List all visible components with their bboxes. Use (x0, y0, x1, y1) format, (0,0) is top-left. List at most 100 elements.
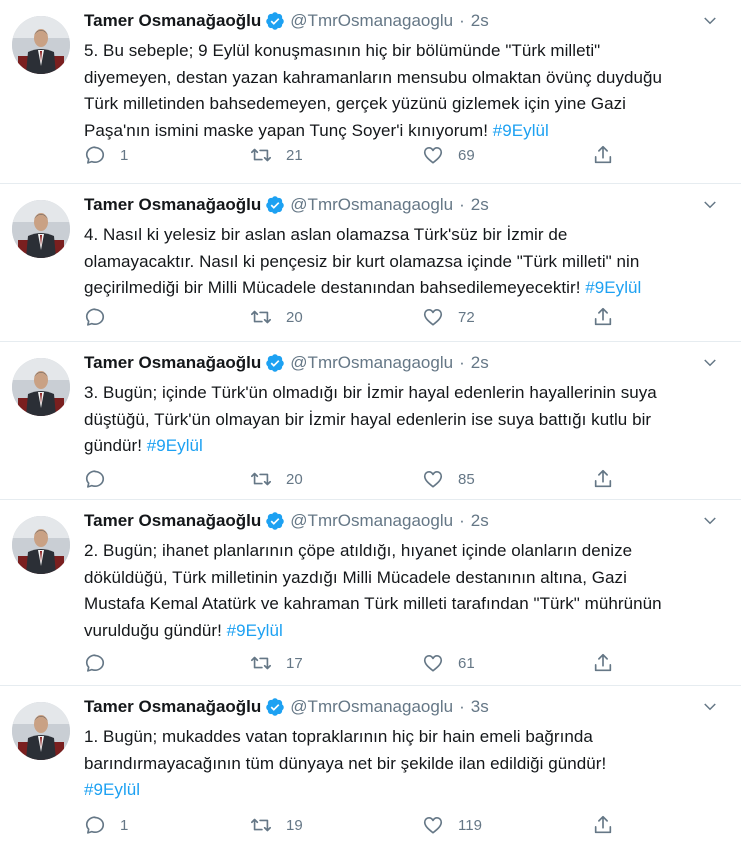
reply-count: 1 (120, 146, 129, 164)
retweet-icon (251, 472, 271, 486)
tweet-text: 2. Bugün; ihanet planlarının çöpe atıldı… (84, 538, 723, 644)
tweet[interactable]: Tamer Osmanağaoğlu @TmrOsmanagaoglu · 3s… (0, 686, 741, 845)
verified-badge-icon (265, 511, 285, 531)
tweet-actions: 1 19 119 (84, 813, 644, 837)
tweet-actions: 1 21 69 (84, 143, 644, 167)
retweet-icon (251, 818, 271, 832)
tweet[interactable]: Tamer Osmanağaoğlu @TmrOsmanagaoglu · 2s… (0, 342, 741, 500)
tweet-text-line: geçirilmediği bir Milli Mücadele destanı… (84, 278, 586, 297)
like-count: 72 (458, 308, 475, 326)
author-name[interactable]: Tamer Osmanağaoğlu (84, 511, 261, 531)
like-button[interactable]: 69 (422, 143, 475, 167)
share-button[interactable] (592, 651, 614, 675)
tweet-text-line: 5. Bu sebeple; 9 Eylül konuşmasının hiç … (84, 41, 601, 60)
tweet-timestamp[interactable]: 2s (471, 11, 489, 31)
author-handle[interactable]: @TmrOsmanagaoglu (290, 195, 453, 215)
reply-count: 1 (120, 816, 129, 834)
avatar-image (12, 16, 70, 74)
chevron-down-icon[interactable] (701, 12, 719, 30)
like-count: 61 (458, 654, 475, 672)
hashtag-link[interactable]: #9Eylül (84, 780, 140, 799)
tweet-header: Tamer Osmanağaoğlu @TmrOsmanagaoglu · 2s (84, 351, 489, 375)
avatar[interactable] (12, 516, 70, 574)
tweet-text-line: Türk milletinden bahsedemeyen, gerçek yü… (84, 94, 626, 113)
author-name[interactable]: Tamer Osmanağaoğlu (84, 697, 261, 717)
chevron-down-icon[interactable] (701, 354, 719, 372)
hashtag-link[interactable]: #9Eylül (585, 278, 641, 297)
retweet-button[interactable]: 20 (250, 305, 303, 329)
share-icon (594, 469, 612, 488)
author-handle[interactable]: @TmrOsmanagaoglu (290, 697, 453, 717)
author-name[interactable]: Tamer Osmanağaoğlu (84, 11, 261, 31)
share-icon (594, 145, 612, 164)
share-icon (594, 653, 612, 672)
share-button[interactable] (592, 467, 614, 491)
tweet-text-line: düştüğü, Türk'ün olmayan bir İzmir hayal… (84, 409, 652, 429)
tweet[interactable]: Tamer Osmanağaoğlu @TmrOsmanagaoglu · 2s… (0, 500, 741, 686)
separator-dot: · (459, 11, 465, 30)
reply-icon (85, 146, 105, 164)
author-handle[interactable]: @TmrOsmanagaoglu (290, 11, 453, 31)
verified-badge-icon (265, 195, 285, 215)
reply-button[interactable] (84, 305, 120, 329)
reply-icon (85, 816, 105, 834)
reply-button[interactable]: 1 (84, 813, 128, 837)
tweet[interactable]: Tamer Osmanağaoğlu @TmrOsmanagaoglu · 2s… (0, 0, 741, 184)
verified-badge-icon (265, 11, 285, 31)
like-button[interactable]: 85 (422, 467, 475, 491)
tweet-timestamp[interactable]: 2s (471, 511, 489, 531)
like-button[interactable]: 72 (422, 305, 475, 329)
retweet-button[interactable]: 19 (250, 813, 303, 837)
reply-button[interactable] (84, 651, 120, 675)
tweet-text-line: vurulduğu gündür! (84, 620, 227, 640)
tweet-text-line: Mustafa Kemal Atatürk ve kahraman Türk m… (84, 594, 662, 613)
tweet-text-line: Paşa'nın ismini maske yapan Tunç Soyer'i… (84, 120, 493, 140)
retweet-count: 20 (286, 470, 303, 488)
tweet-text-line: 4. Nasıl ki yelesiz bir aslan aslan olam… (84, 225, 568, 244)
author-name[interactable]: Tamer Osmanağaoğlu (84, 353, 261, 373)
like-icon (423, 147, 443, 164)
hashtag-link[interactable]: #9Eylül (493, 121, 549, 140)
hashtag-link[interactable]: #9Eylül (147, 436, 203, 455)
retweet-button[interactable]: 21 (250, 143, 303, 167)
share-button[interactable] (592, 305, 614, 329)
chevron-down-icon[interactable] (701, 698, 719, 716)
avatar-image (12, 516, 70, 574)
like-button[interactable]: 119 (422, 813, 482, 837)
retweet-button[interactable]: 17 (250, 651, 303, 675)
chevron-down-icon[interactable] (701, 196, 719, 214)
tweet-text: 3. Bugün; içinde Türk'ün olmadığı bir İz… (84, 380, 723, 460)
share-button[interactable] (592, 143, 614, 167)
tweet-text: 4. Nasıl ki yelesiz bir aslan aslan olam… (84, 222, 723, 302)
avatar[interactable] (12, 16, 70, 74)
avatar[interactable] (12, 200, 70, 258)
separator-dot: · (459, 511, 465, 530)
verified-badge-icon (265, 353, 285, 373)
like-button[interactable]: 61 (422, 651, 475, 675)
author-handle[interactable]: @TmrOsmanagaoglu (290, 353, 453, 373)
tweet-header: Tamer Osmanağaoğlu @TmrOsmanagaoglu · 3s (84, 695, 489, 719)
chevron-down-icon[interactable] (701, 512, 719, 530)
tweet-timestamp[interactable]: 2s (471, 353, 489, 373)
retweet-icon (251, 148, 271, 162)
share-button[interactable] (592, 813, 614, 837)
tweet-timestamp[interactable]: 3s (471, 697, 489, 717)
author-name[interactable]: Tamer Osmanağaoğlu (84, 195, 261, 215)
tweet[interactable]: Tamer Osmanağaoğlu @TmrOsmanagaoglu · 2s… (0, 184, 741, 342)
tweet-text-line: 1. Bugün; mukaddes vatan topraklarının h… (84, 727, 593, 746)
tweet-header: Tamer Osmanağaoğlu @TmrOsmanagaoglu · 2s (84, 193, 489, 217)
reply-icon (85, 654, 105, 672)
retweet-button[interactable]: 20 (250, 467, 303, 491)
reply-button[interactable]: 1 (84, 143, 128, 167)
author-handle[interactable]: @TmrOsmanagaoglu (290, 511, 453, 531)
avatar[interactable] (12, 358, 70, 416)
retweet-count: 19 (286, 816, 303, 834)
tweet-timestamp[interactable]: 2s (471, 195, 489, 215)
separator-dot: · (459, 697, 465, 716)
like-icon (423, 655, 443, 672)
avatar[interactable] (12, 702, 70, 760)
tweet-feed: Tamer Osmanağaoğlu @TmrOsmanagaoglu · 2s… (0, 0, 741, 845)
hashtag-link[interactable]: #9Eylül (227, 621, 283, 640)
tweet-text-line: diyemeyen, destan yazan kahramanların me… (84, 67, 662, 87)
reply-button[interactable] (84, 467, 120, 491)
